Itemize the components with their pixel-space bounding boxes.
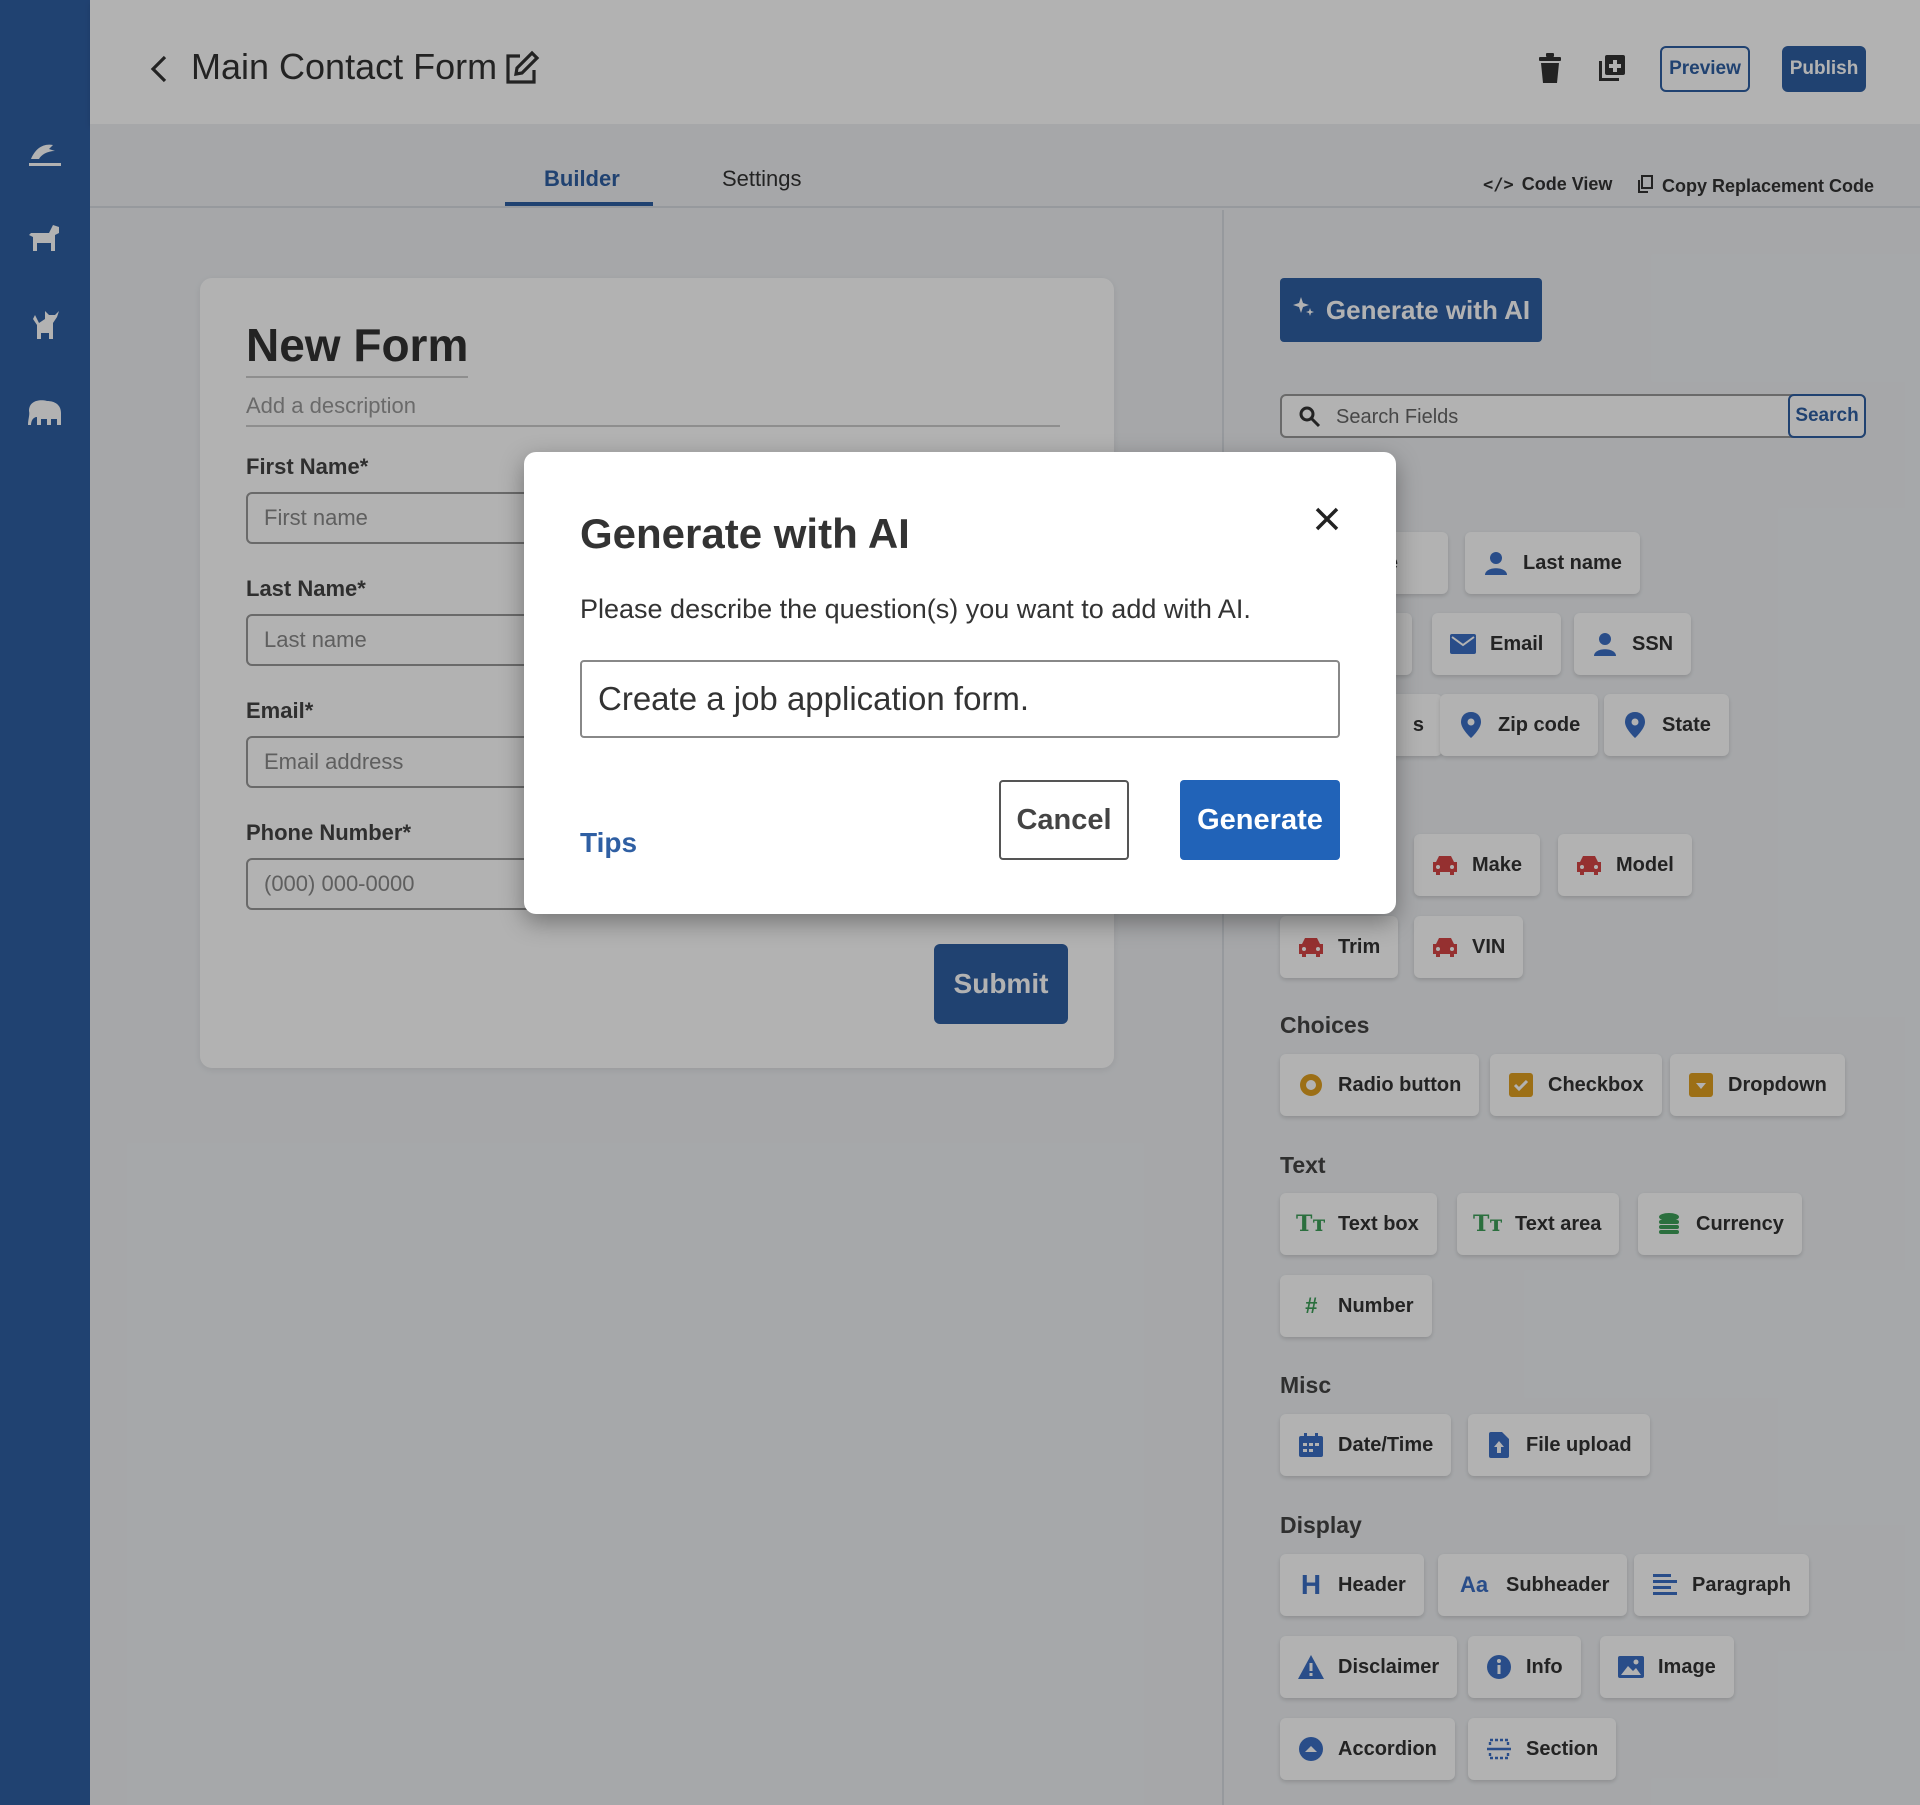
modal-description: Please describe the question(s) you want… — [580, 594, 1251, 624]
generate-button[interactable]: Generate — [1180, 780, 1340, 860]
modal-title: Generate with AI — [580, 510, 910, 557]
generate-ai-modal: Generate with AI Please describe the que… — [524, 452, 1396, 914]
tips-link[interactable]: Tips — [580, 827, 637, 859]
ai-prompt-input[interactable]: Create a job application form. — [580, 660, 1340, 738]
cancel-button[interactable]: Cancel — [999, 780, 1129, 860]
close-icon[interactable] — [1312, 504, 1342, 534]
